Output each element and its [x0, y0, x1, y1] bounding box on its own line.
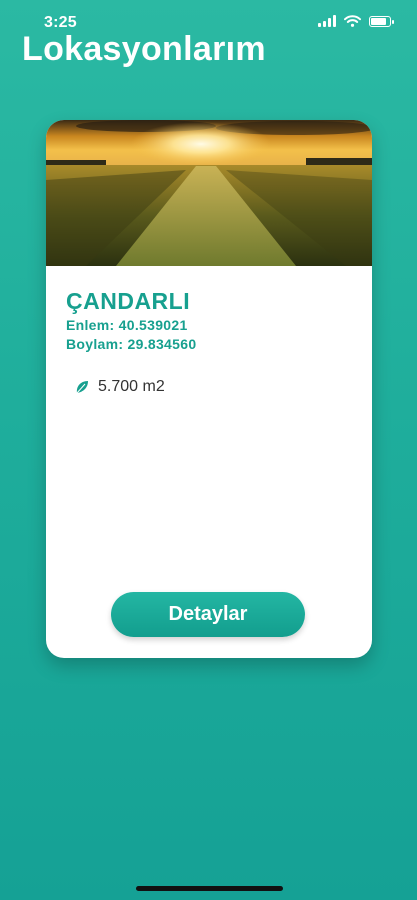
status-icons [318, 15, 394, 27]
home-indicator[interactable] [136, 886, 283, 891]
wifi-icon [344, 15, 361, 27]
latitude-text: Enlem: 40.539021 [66, 317, 188, 333]
page-title: Lokasyonlarım [22, 30, 266, 68]
area-row: 5.700 m2 [74, 378, 165, 396]
area-value: 5.700 m2 [98, 378, 165, 395]
battery-icon [369, 15, 394, 27]
sunset-wheat-field-image [46, 120, 372, 266]
leaf-icon [76, 381, 88, 394]
location-name: ÇANDARLI [66, 288, 191, 314]
details-button[interactable]: Detaylar [111, 592, 305, 637]
cellular-signal-icon [318, 15, 336, 27]
longitude-text: Boylam: 29.834560 [66, 336, 197, 352]
location-card[interactable]: ÇANDARLI Enlem: 40.539021 Boylam: 29.834… [46, 120, 372, 658]
